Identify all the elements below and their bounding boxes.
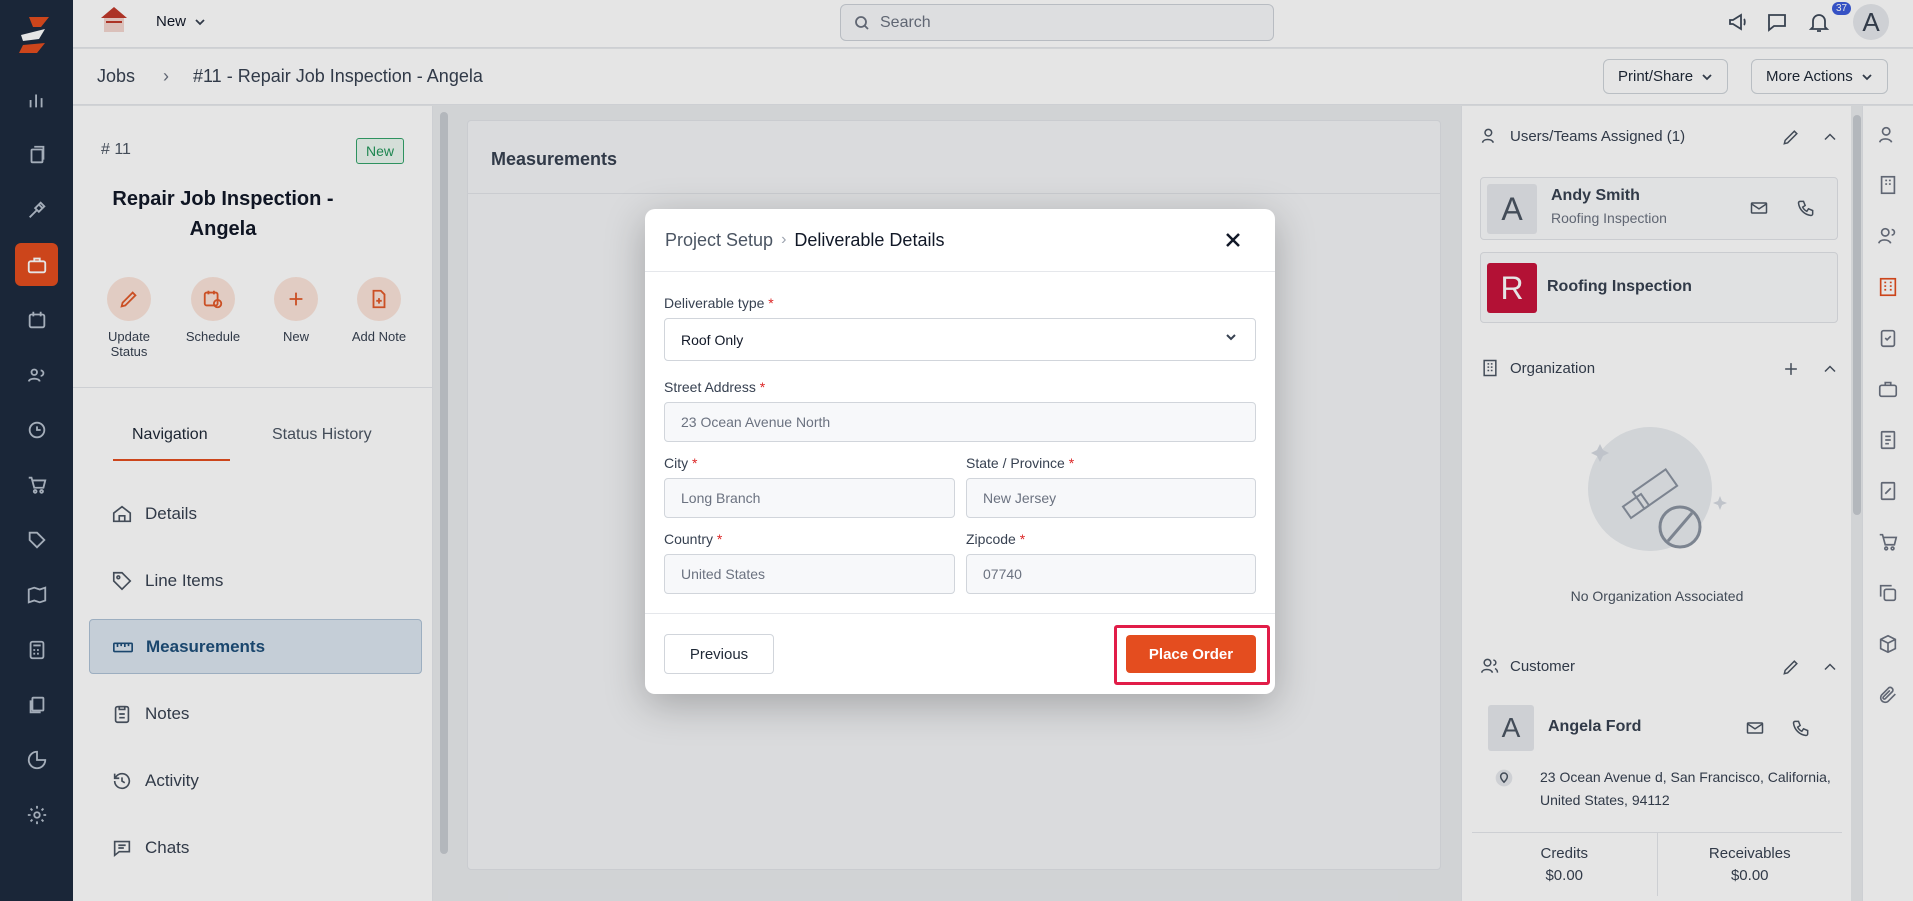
zipcode-field[interactable]: 07740 (966, 554, 1256, 594)
street-address-field[interactable]: 23 Ocean Avenue North (664, 402, 1256, 442)
required-mark: * (759, 379, 766, 395)
deliverable-type-label-text: Deliverable type (664, 295, 765, 311)
breadcrumb-chevron-icon: › (781, 231, 787, 248)
city-label: City * (664, 455, 697, 471)
city-field[interactable]: Long Branch (664, 478, 955, 518)
deliverable-type-value: Roof Only (681, 331, 744, 348)
country-label: Country * (664, 531, 722, 547)
country-label-text: Country (664, 531, 714, 547)
street-address-label: Street Address * (664, 379, 765, 395)
deliverable-type-label: Deliverable type * (664, 295, 774, 311)
state-value: New Jersey (983, 490, 1057, 506)
chevron-down-icon (1223, 329, 1239, 348)
previous-button[interactable]: Previous (664, 634, 774, 674)
city-label-text: City (664, 455, 689, 471)
state-label: State / Province * (966, 455, 1074, 471)
modal-header: Project Setup › Deliverable Details (645, 209, 1275, 272)
deliverable-type-select[interactable]: Roof Only (664, 318, 1256, 361)
close-icon[interactable] (1223, 230, 1243, 250)
state-label-text: State / Province (966, 455, 1065, 471)
deliverable-details-modal: Project Setup › Deliverable Details Deli… (645, 209, 1275, 694)
street-address-label-text: Street Address (664, 379, 756, 395)
required-mark: * (716, 531, 723, 547)
modal-footer-divider (645, 613, 1275, 614)
state-field[interactable]: New Jersey (966, 478, 1256, 518)
required-mark: * (1068, 455, 1075, 471)
modal-title: Deliverable Details (794, 229, 945, 250)
place-order-button[interactable]: Place Order (1126, 635, 1256, 673)
required-mark: * (768, 295, 774, 311)
street-address-value: 23 Ocean Avenue North (681, 414, 831, 430)
zipcode-value: 07740 (983, 566, 1022, 582)
zipcode-label-text: Zipcode (966, 531, 1016, 547)
zipcode-label: Zipcode * (966, 531, 1025, 547)
city-value: Long Branch (681, 490, 761, 506)
modal-breadcrumb-parent[interactable]: Project Setup (665, 230, 773, 251)
required-mark: * (1019, 531, 1026, 547)
required-mark: * (692, 455, 698, 471)
country-value: United States (681, 566, 766, 582)
country-field[interactable]: United States (664, 554, 955, 594)
